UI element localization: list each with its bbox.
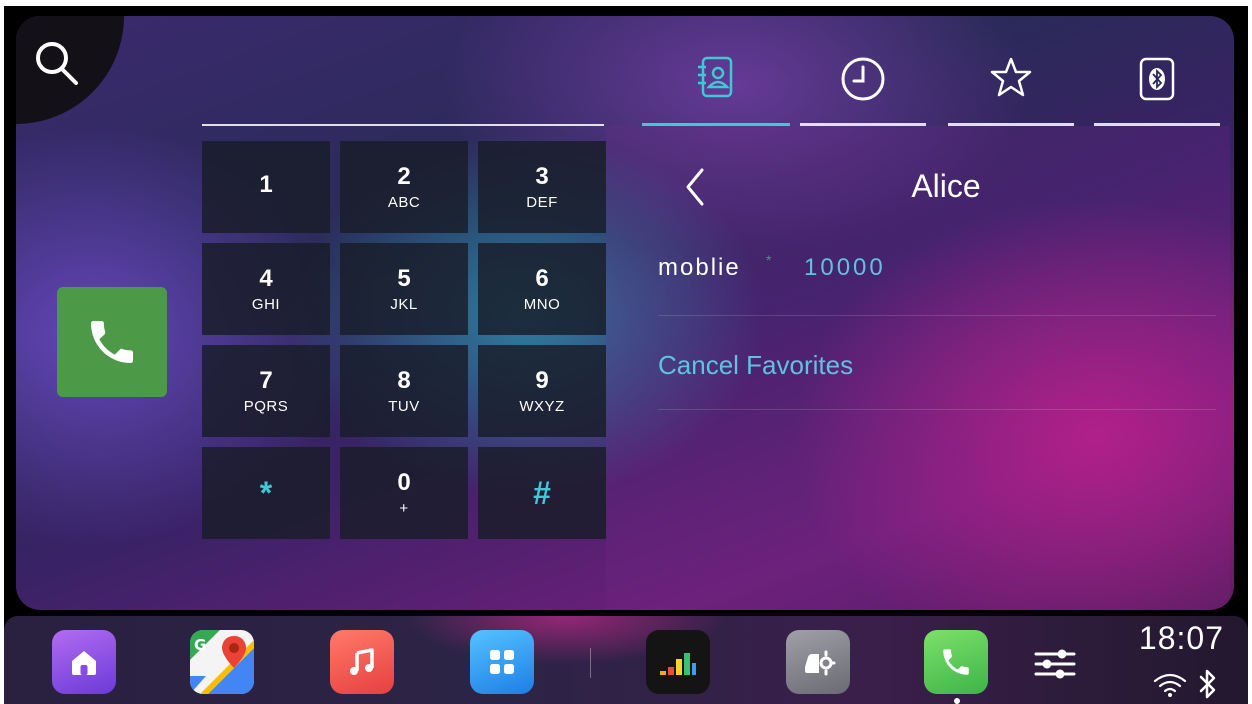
google-maps-icon: G: [190, 630, 254, 694]
search-button[interactable]: [16, 16, 124, 124]
favorite-star-marker: *: [766, 252, 772, 268]
equalizer-button[interactable]: [1030, 644, 1080, 684]
deezer-bars-icon: [660, 653, 696, 675]
key-9[interactable]: 9 WXYZ: [478, 345, 606, 437]
dialpad: 1 2 ABC 3 DEF 4 GHI 5 JKL 6 MNO 7 PQRS 8 TUV 9W…: [202, 141, 606, 539]
music-app[interactable]: [330, 630, 394, 694]
tab-bluetooth-phone[interactable]: [1094, 44, 1220, 126]
back-button[interactable]: [676, 162, 716, 212]
svg-text:G: G: [194, 636, 206, 654]
car-settings-app[interactable]: [786, 630, 850, 694]
key-7[interactable]: 7 PQRS: [202, 345, 330, 437]
key-0[interactable]: 0 +: [340, 447, 468, 539]
wifi-icon: [1153, 673, 1187, 697]
dock-divider: [590, 648, 591, 678]
phone-number-value: 10000: [804, 254, 886, 281]
contact-name: Alice: [911, 168, 981, 204]
dialed-number-field[interactable]: [202, 54, 604, 126]
key-3[interactable]: 3 DEF: [478, 141, 606, 233]
key-2[interactable]: 2 ABC: [340, 141, 468, 233]
number-type-label: moblie: [658, 254, 741, 281]
bottom-dock: G 18:07: [4, 616, 1248, 704]
home-icon: [72, 651, 96, 675]
apps-grid-icon: [490, 650, 514, 674]
contact-detail-panel: Alice moblie * 10000 Cancel Favorites: [606, 126, 1230, 610]
clock: 18:07: [1138, 620, 1224, 656]
music-note-icon: [350, 648, 374, 675]
equalizer-icon: [1034, 649, 1076, 679]
search-icon: [36, 42, 78, 85]
key-8[interactable]: 8 TUV: [340, 345, 468, 437]
tab-recents[interactable]: [800, 44, 926, 126]
chevron-left-icon: [686, 168, 704, 206]
key-hash[interactable]: #: [478, 447, 606, 539]
car-settings-icon: [805, 650, 836, 676]
key-6[interactable]: 6 MNO: [478, 243, 606, 335]
bluetooth-icon: [1199, 669, 1216, 699]
bluetooth-phone-icon: [1139, 57, 1175, 101]
key-4[interactable]: 4 GHI: [202, 243, 330, 335]
phone-number-row[interactable]: moblie * 10000: [658, 222, 1216, 316]
tab-contacts[interactable]: [642, 44, 790, 126]
phone-app[interactable]: [924, 630, 988, 694]
cancel-favorites-button[interactable]: Cancel Favorites: [658, 350, 853, 381]
tab-favorites[interactable]: [948, 44, 1074, 126]
contacts-book-icon: [698, 56, 733, 98]
call-button[interactable]: [57, 287, 167, 397]
star-favorites-icon: [990, 57, 1032, 97]
clock-recents-icon: [841, 57, 885, 101]
maps-app[interactable]: G: [190, 630, 254, 694]
deezer-app[interactable]: [646, 630, 710, 694]
phone-app-panel: 1 2 ABC 3 DEF 4 GHI 5 JKL 6 MNO 7 PQRS 8 TUV 9W…: [16, 16, 1234, 610]
key-1[interactable]: 1: [202, 141, 330, 233]
key-star[interactable]: *: [202, 447, 330, 539]
phone-handset-icon: [943, 649, 969, 675]
key-5[interactable]: 5 JKL: [340, 243, 468, 335]
home-app[interactable]: [52, 630, 116, 694]
car-display-screen: 1 2 ABC 3 DEF 4 GHI 5 JKL 6 MNO 7 PQRS 8 TUV 9W…: [4, 6, 1248, 704]
active-app-indicator: [954, 698, 960, 704]
favorites-row: Cancel Favorites: [658, 316, 1216, 410]
phone-handset-icon: [91, 321, 133, 363]
apps-grid-app[interactable]: [470, 630, 534, 694]
